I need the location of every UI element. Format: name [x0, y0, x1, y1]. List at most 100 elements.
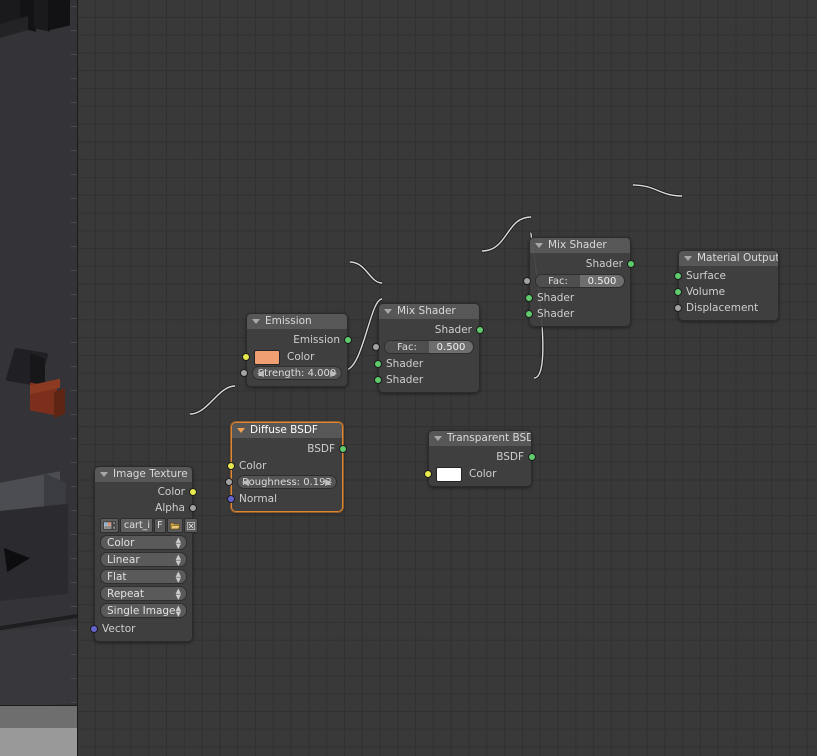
- socket-shader-in-1[interactable]: [525, 294, 533, 302]
- arrow-right-icon[interactable]: ▶: [330, 368, 337, 379]
- collapse-triangle-icon[interactable]: [252, 319, 260, 324]
- socket-row-in-normal[interactable]: Normal: [227, 491, 342, 507]
- socket-emission-out[interactable]: [344, 336, 352, 344]
- socket-surface-in[interactable]: [674, 272, 682, 280]
- socket-row-out-emission[interactable]: Emission: [247, 331, 352, 349]
- collapse-triangle-icon[interactable]: [384, 309, 392, 314]
- node-material-output[interactable]: Material Output Surface Volume Displacem…: [674, 250, 779, 321]
- roughness-slider[interactable]: ◀ Roughness: 0.192 ▶: [237, 475, 337, 489]
- node-mix-shader-1[interactable]: Mix Shader Shader Fac: 0.500 Shader Shad…: [372, 303, 484, 393]
- socket-shader-in-1[interactable]: [374, 360, 382, 368]
- socket-row-out-bsdf[interactable]: BSDF: [232, 440, 347, 458]
- arrow-left-icon[interactable]: ◀: [257, 368, 264, 379]
- socket-row-out-alpha[interactable]: Alpha: [95, 500, 197, 516]
- node-body: Shader Fac: 0.500 Shader Shader: [372, 319, 484, 392]
- strength-slider-row[interactable]: ◀ Strength: 4.000 ▶: [240, 366, 347, 381]
- fac-slider[interactable]: Fac: 0.500: [384, 340, 474, 354]
- socket-row-in-vector[interactable]: Vector: [90, 621, 192, 637]
- image-name-field[interactable]: cart_i: [120, 518, 154, 533]
- collapse-triangle-icon[interactable]: [237, 428, 245, 433]
- node-link: [189, 384, 236, 416]
- fake-user-button[interactable]: F: [154, 518, 166, 533]
- socket-fac-in[interactable]: [523, 277, 531, 285]
- strength-slider[interactable]: ◀ Strength: 4.000 ▶: [252, 366, 342, 380]
- socket-row-out-shader[interactable]: Shader: [530, 255, 635, 273]
- node-diffuse-bsdf[interactable]: Diffuse BSDF BSDF Color ◀ Roughness: 0.1…: [225, 422, 347, 512]
- arrow-right-icon[interactable]: ▶: [325, 477, 332, 488]
- collapse-triangle-icon[interactable]: [535, 243, 543, 248]
- dropdown-projection[interactable]: Flat ▲ ▼: [100, 569, 187, 584]
- fac-value: 0.500: [436, 341, 466, 353]
- folder-open-icon[interactable]: [166, 518, 183, 533]
- 3d-viewport[interactable]: [0, 0, 77, 756]
- socket-bsdf-out[interactable]: [339, 445, 347, 453]
- node-mix-shader-2[interactable]: Mix Shader Shader Fac: 0.500 Shader Shad…: [523, 237, 635, 327]
- socket-vector-in[interactable]: [90, 625, 98, 633]
- node-emission[interactable]: Emission Emission Color ◀ Strength: 4.00…: [240, 313, 352, 387]
- node-header[interactable]: Image Texture: [95, 467, 192, 482]
- socket-alpha-out[interactable]: [189, 504, 197, 512]
- node-header[interactable]: Mix Shader: [530, 238, 630, 253]
- socket-row-in-surface[interactable]: Surface: [674, 268, 778, 284]
- color-swatch[interactable]: [254, 349, 280, 365]
- socket-row-in-shader-1[interactable]: Shader: [374, 356, 479, 372]
- fac-slider-row[interactable]: Fac: 0.500: [523, 274, 630, 289]
- socket-color-in[interactable]: [227, 462, 235, 470]
- node-header[interactable]: Mix Shader: [379, 304, 479, 319]
- x-close-icon[interactable]: [183, 518, 198, 533]
- socket-strength-in[interactable]: [240, 369, 248, 377]
- node-image-texture[interactable]: Image Texture Color Alpha cart_i F Color…: [90, 466, 198, 642]
- node-link: [349, 261, 383, 284]
- socket-displacement-in[interactable]: [674, 304, 682, 312]
- socket-normal-in[interactable]: [227, 495, 235, 503]
- collapse-triangle-icon[interactable]: [434, 436, 442, 441]
- socket-row-out-shader[interactable]: Shader: [379, 321, 484, 339]
- color-swatch[interactable]: [436, 466, 462, 482]
- viewport-bottom-panel[interactable]: [0, 728, 77, 756]
- collapse-triangle-icon[interactable]: [684, 256, 692, 261]
- socket-bsdf-out[interactable]: [528, 453, 536, 461]
- socket-roughness-in[interactable]: [225, 478, 233, 486]
- color-input-row[interactable]: Color: [242, 349, 347, 365]
- socket-color-out[interactable]: [189, 488, 197, 496]
- image-datablock-icon[interactable]: [100, 518, 119, 533]
- socket-shader-out[interactable]: [476, 326, 484, 334]
- node-header[interactable]: Transparent BSDF: [429, 431, 531, 446]
- node-header[interactable]: Emission: [247, 314, 347, 329]
- image-datablock-row[interactable]: cart_i F: [100, 518, 198, 533]
- socket-volume-in[interactable]: [674, 288, 682, 296]
- fac-slider[interactable]: Fac: 0.500: [535, 274, 625, 288]
- socket-row-in-color[interactable]: Color: [227, 458, 342, 474]
- dropdown-source[interactable]: Single Image ▲ ▼: [100, 603, 187, 618]
- image-icon: [103, 520, 116, 530]
- fac-slider-row[interactable]: Fac: 0.500: [372, 340, 479, 355]
- fac-label: Fac:: [548, 275, 568, 287]
- socket-shader-in-2[interactable]: [374, 376, 382, 384]
- collapse-triangle-icon[interactable]: [100, 472, 108, 477]
- socket-row-in-volume[interactable]: Volume: [674, 284, 778, 300]
- color-input-row[interactable]: Color: [424, 466, 531, 482]
- socket-row-out-color[interactable]: Color: [95, 484, 197, 500]
- node-header[interactable]: Material Output: [679, 251, 778, 266]
- socket-shader-out[interactable]: [627, 260, 635, 268]
- socket-fac-in[interactable]: [372, 343, 380, 351]
- dropdown-interpolation[interactable]: Linear ▲ ▼: [100, 552, 187, 567]
- socket-row-in-displacement[interactable]: Displacement: [674, 300, 778, 316]
- socket-row-in-shader-2[interactable]: Shader: [525, 306, 630, 322]
- socket-shader-in-2[interactable]: [525, 310, 533, 318]
- node-editor-canvas[interactable]: Image Texture Color Alpha cart_i F Color…: [78, 0, 817, 756]
- socket-color-in[interactable]: [424, 470, 432, 478]
- dropdown-color-space[interactable]: Color ▲ ▼: [100, 535, 187, 550]
- socket-row-out-bsdf[interactable]: BSDF: [429, 448, 536, 466]
- socket-color-in[interactable]: [242, 353, 250, 361]
- arrow-left-icon[interactable]: ◀: [242, 477, 249, 488]
- dropdown-extension[interactable]: Repeat ▲ ▼: [100, 586, 187, 601]
- area-splitter[interactable]: [77, 0, 78, 756]
- node-transparent-bsdf[interactable]: Transparent BSDF BSDF Color: [424, 430, 536, 487]
- socket-row-in-shader-2[interactable]: Shader: [374, 372, 479, 388]
- node-header[interactable]: Diffuse BSDF: [232, 423, 342, 438]
- roughness-slider-row[interactable]: ◀ Roughness: 0.192 ▶: [225, 475, 342, 490]
- viewport-header-bar[interactable]: [0, 705, 77, 729]
- dropdown-value: Single Image: [107, 604, 176, 617]
- socket-row-in-shader-1[interactable]: Shader: [525, 290, 630, 306]
